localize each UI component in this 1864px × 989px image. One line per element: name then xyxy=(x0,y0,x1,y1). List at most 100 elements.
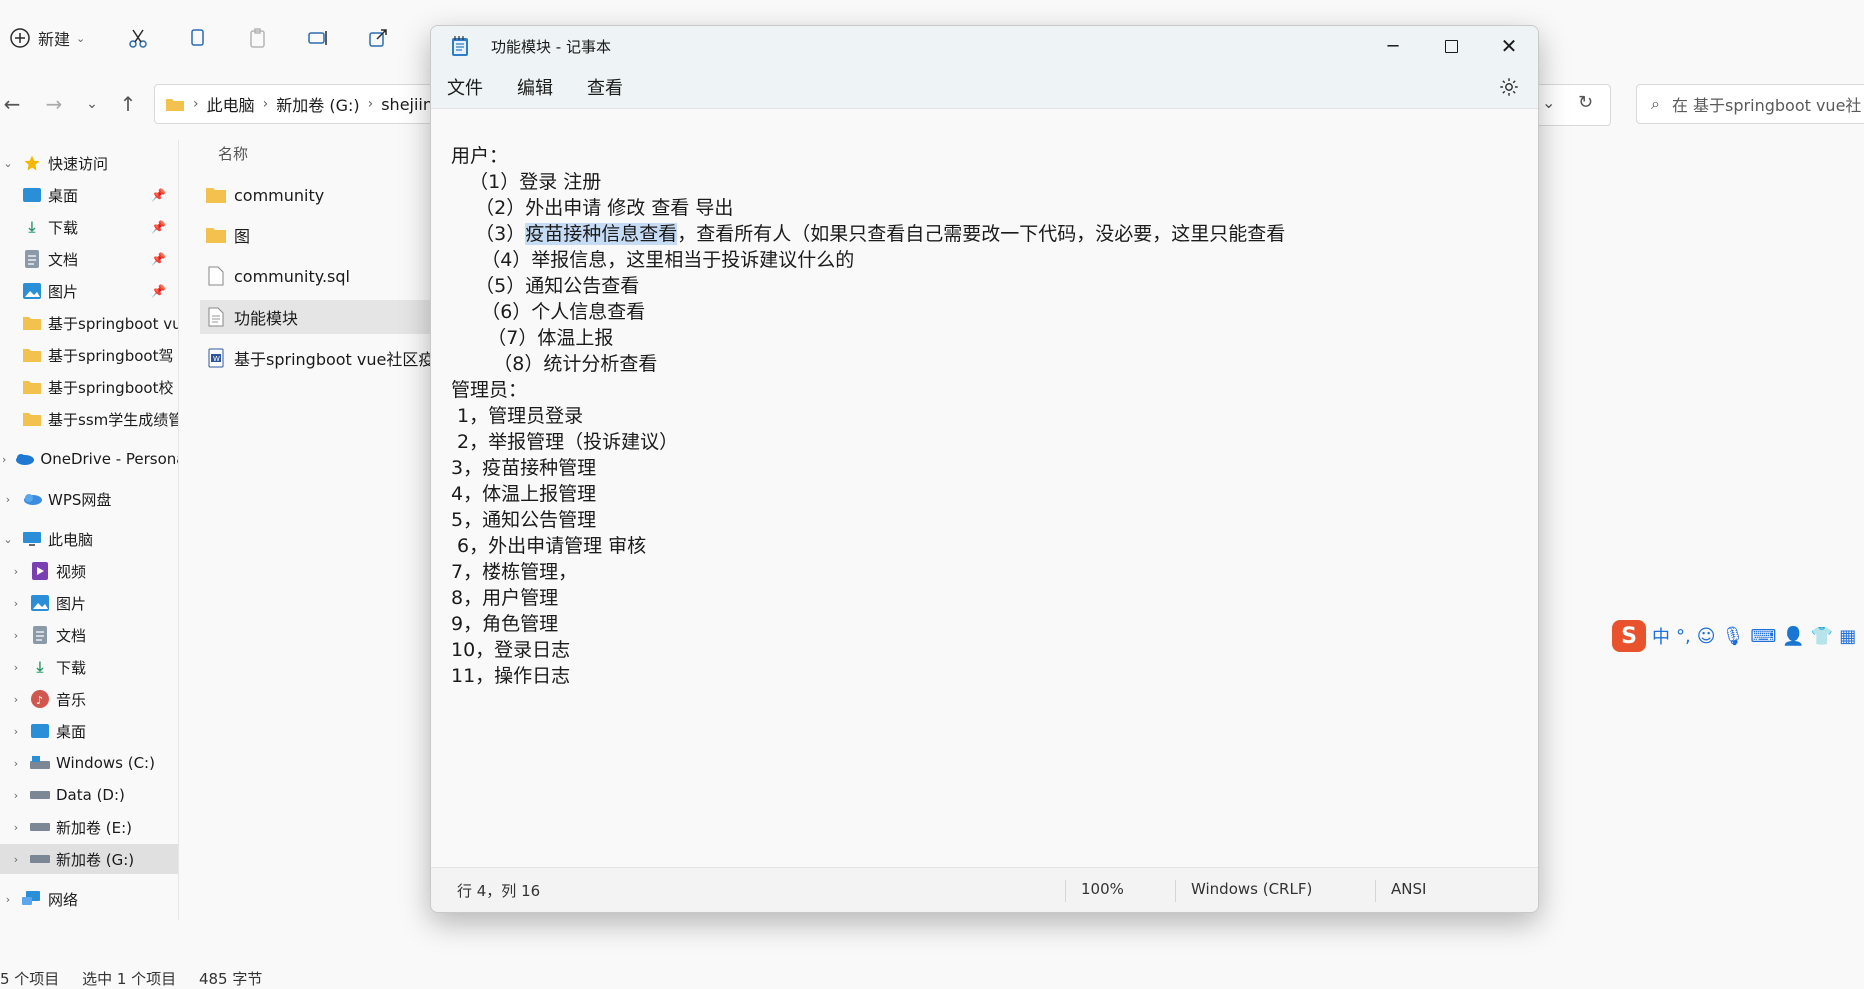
file-row-community-sql[interactable]: community.sql xyxy=(200,259,436,293)
minimize-button[interactable]: ─ xyxy=(1364,26,1422,66)
sidebar-item-downloads[interactable]: ⤓ 下载 📌 xyxy=(0,212,178,242)
refresh-icon[interactable]: ↻ xyxy=(1578,92,1593,113)
maximize-button[interactable] xyxy=(1422,26,1480,66)
chevron-right-icon: › xyxy=(367,96,374,112)
user-icon[interactable]: 👤 xyxy=(1782,626,1804,647)
microphone-icon[interactable]: 🎙 xyxy=(1722,626,1745,647)
navigation-pane: ⌄ 快速访问 桌面 📌 ⤓ 下载 📌 文档 📌 图片 📌 基于springboo… xyxy=(0,140,178,920)
text-line: （5）通知公告查看 xyxy=(451,275,640,297)
close-icon: ✕ xyxy=(1500,34,1518,58)
keyboard-icon[interactable]: ⌨ xyxy=(1750,626,1776,647)
notepad-text-area[interactable]: 用户： （1）登录 注册 （2）外出申请 修改 查看 导出 （3）疫苗接种信息查… xyxy=(431,109,1538,866)
sidebar-item-music[interactable]: › ♪ 音乐 xyxy=(0,684,178,714)
sidebar-item-drive-d[interactable]: › Data (D:) xyxy=(0,780,178,810)
sidebar-item-downloads-pc[interactable]: › ⤓ 下载 xyxy=(0,652,178,682)
sidebar-item-pictures[interactable]: 图片 📌 xyxy=(0,276,178,306)
drive-icon xyxy=(30,818,50,836)
toolbox-icon[interactable]: ▦ xyxy=(1839,626,1856,647)
svg-text:W: W xyxy=(213,355,220,363)
address-bar[interactable]: › 此电脑 › 新加卷 (G:) › shejiin xyxy=(154,84,444,124)
sidebar-item-drive-c[interactable]: › Windows (C:) xyxy=(0,748,178,778)
gear-icon[interactable] xyxy=(1498,76,1520,98)
up-button[interactable]: ↑ xyxy=(116,92,140,116)
text-line: 6，外出申请管理 审核 xyxy=(451,535,647,557)
rename-button[interactable] xyxy=(306,24,330,52)
sidebar-item-folder-1[interactable]: 基于springboot vu xyxy=(0,308,178,338)
sidebar-item-documents[interactable]: 文档 📌 xyxy=(0,244,178,274)
chevron-right-icon: › xyxy=(13,820,19,834)
new-button[interactable]: 新建 ⌄ xyxy=(8,24,85,52)
chevron-right-icon: › xyxy=(13,724,19,738)
drive-icon xyxy=(30,850,50,868)
video-icon xyxy=(30,562,50,580)
breadcrumb-folder[interactable]: shejiin xyxy=(381,95,433,114)
chevron-right-icon: › xyxy=(262,96,269,112)
document-icon xyxy=(22,250,42,268)
line-ending[interactable]: Windows (CRLF) xyxy=(1191,880,1312,898)
download-icon: ⤓ xyxy=(36,658,44,676)
sidebar-item-folder-4[interactable]: 基于ssm学生成绩管 xyxy=(0,404,178,434)
cut-button[interactable] xyxy=(126,24,150,52)
sidebar-item-drive-e[interactable]: › 新加卷 (E:) xyxy=(0,812,178,842)
copy-icon xyxy=(191,29,204,46)
skin-icon[interactable]: 👕 xyxy=(1811,626,1833,647)
back-button[interactable]: ← xyxy=(0,92,24,116)
file-row-community[interactable]: community xyxy=(200,178,436,212)
file-row-word-document[interactable]: W 基于springboot vue社区疫情 xyxy=(200,341,436,375)
notepad-title-bar[interactable]: 功能模块 - 记事本 ─ ✕ xyxy=(431,26,1538,66)
breadcrumb-drive-g[interactable]: 新加卷 (G:) xyxy=(276,92,359,116)
forward-button[interactable]: → xyxy=(42,92,66,116)
text-line: 7，楼栋管理， xyxy=(451,561,578,583)
recent-locations-button[interactable]: ⌄ xyxy=(80,92,104,116)
sogou-logo-icon[interactable]: S xyxy=(1612,620,1646,652)
sidebar-item-drive-g[interactable]: › 新加卷 (G:) xyxy=(0,844,178,874)
folder-icon xyxy=(22,314,42,332)
paste-button[interactable] xyxy=(246,24,270,52)
sidebar-item-this-pc[interactable]: ⌄ 此电脑 xyxy=(0,524,178,554)
text-line: （8）统计分析查看 xyxy=(451,353,658,375)
ime-punct-toggle[interactable]: °, xyxy=(1676,626,1691,647)
plus-circle-icon xyxy=(10,28,30,48)
text-line: 用户： xyxy=(451,145,509,167)
folder-icon xyxy=(22,378,42,396)
ime-mode-toggle[interactable]: 中 xyxy=(1652,623,1670,649)
share-button[interactable] xyxy=(366,24,390,52)
close-button[interactable]: ✕ xyxy=(1480,26,1538,66)
sidebar-item-quick-access[interactable]: ⌄ 快速访问 xyxy=(0,148,178,178)
minimize-icon: ─ xyxy=(1387,35,1399,57)
emoji-icon[interactable]: ☺ xyxy=(1697,626,1716,647)
sidebar-item-documents-pc[interactable]: › 文档 xyxy=(0,620,178,650)
column-header-name[interactable]: 名称 xyxy=(218,143,248,164)
zoom-level[interactable]: 100% xyxy=(1081,880,1124,898)
sidebar-item-wps-drive[interactable]: › WPS网盘 xyxy=(0,484,178,514)
file-row-function-modules[interactable]: 功能模块 xyxy=(200,300,436,334)
address-history-dropdown[interactable]: ⌄ xyxy=(1542,93,1555,112)
menu-view[interactable]: 查看 xyxy=(587,74,623,100)
cloud-icon xyxy=(22,490,42,508)
chevron-right-icon: › xyxy=(2,452,7,466)
menu-file[interactable]: 文件 xyxy=(447,74,483,100)
sidebar-item-desktop[interactable]: 桌面 📌 xyxy=(0,180,178,210)
chevron-right-icon: › xyxy=(193,96,199,112)
search-input[interactable]: ⌕ 在 基于springboot vue社 xyxy=(1636,84,1864,124)
encoding[interactable]: ANSI xyxy=(1391,880,1426,898)
breadcrumb-this-pc[interactable]: 此电脑 xyxy=(207,92,255,116)
menu-edit[interactable]: 编辑 xyxy=(517,74,553,100)
chevron-right-icon: › xyxy=(13,756,19,770)
notepad-menu-bar: 文件 编辑 查看 xyxy=(431,66,1538,109)
sidebar-item-folder-3[interactable]: 基于springboot校 xyxy=(0,372,178,402)
copy-button[interactable] xyxy=(186,24,210,52)
pin-icon: 📌 xyxy=(151,252,166,266)
sidebar-item-pictures-pc[interactable]: › 图片 xyxy=(0,588,178,618)
sidebar-item-videos[interactable]: › 视频 xyxy=(0,556,178,586)
pane-divider xyxy=(178,140,179,920)
sidebar-item-desktop-pc[interactable]: › 桌面 xyxy=(0,716,178,746)
notepad-app-icon xyxy=(452,36,468,56)
chevron-right-icon: › xyxy=(13,788,19,802)
file-row-pictures-folder[interactable]: 图 xyxy=(200,218,436,252)
sidebar-item-onedrive[interactable]: › OneDrive - Persona xyxy=(0,444,178,474)
picture-icon xyxy=(22,282,42,300)
sidebar-item-folder-2[interactable]: 基于springboot驾 xyxy=(0,340,178,370)
word-file-icon: W xyxy=(206,348,226,368)
sidebar-item-network[interactable]: › 网络 xyxy=(0,884,178,914)
